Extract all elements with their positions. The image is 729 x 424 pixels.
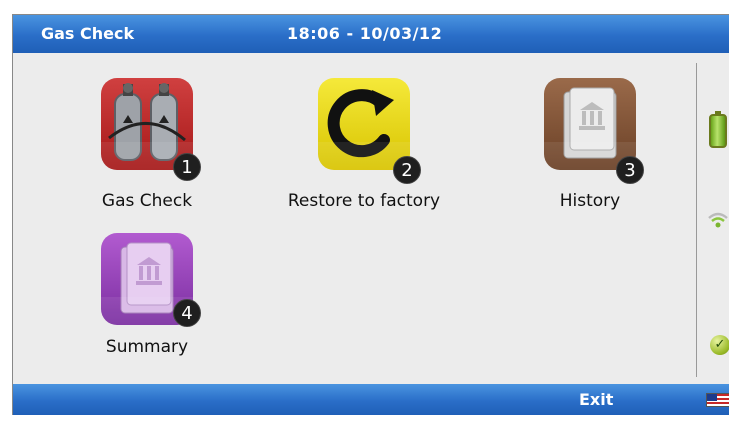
tile-label: Summary: [105, 337, 189, 357]
bottom-bar: Exit: [13, 384, 729, 415]
status-divider: [696, 63, 697, 377]
signal-icon: [708, 212, 728, 228]
us-flag-icon[interactable]: [706, 393, 729, 407]
exit-button[interactable]: Exit: [579, 390, 613, 409]
date-time: 18:06 - 10/03/12: [287, 24, 443, 43]
title-bar: Gas Check 18:06 - 10/03/12: [13, 15, 729, 53]
tile-number-badge: 4: [173, 299, 201, 327]
refresh-icon: [318, 78, 410, 170]
tile-label: Gas Check: [101, 191, 193, 211]
archive-book-icon: [544, 78, 636, 170]
tile-gas-check[interactable]: 1 Gas Check: [101, 78, 201, 218]
tile-label: Restore to factory: [287, 191, 441, 211]
tile-number-badge: 2: [393, 156, 421, 184]
battery-icon: [709, 111, 727, 148]
tile-number-badge: 3: [616, 156, 644, 184]
gas-check-screen: Gas Check 18:06 - 10/03/12 1 Gas Check 2…: [12, 14, 729, 415]
app-title: Gas Check: [41, 24, 135, 43]
tile-number-badge: 1: [173, 153, 201, 181]
tile-summary[interactable]: 4 Summary: [101, 233, 201, 373]
tile-restore-to-factory[interactable]: 2 Restore to factory: [288, 78, 440, 218]
tile-label: History: [559, 191, 621, 211]
tile-history[interactable]: 3 History: [544, 78, 644, 218]
check-icon: ✓: [710, 335, 729, 355]
